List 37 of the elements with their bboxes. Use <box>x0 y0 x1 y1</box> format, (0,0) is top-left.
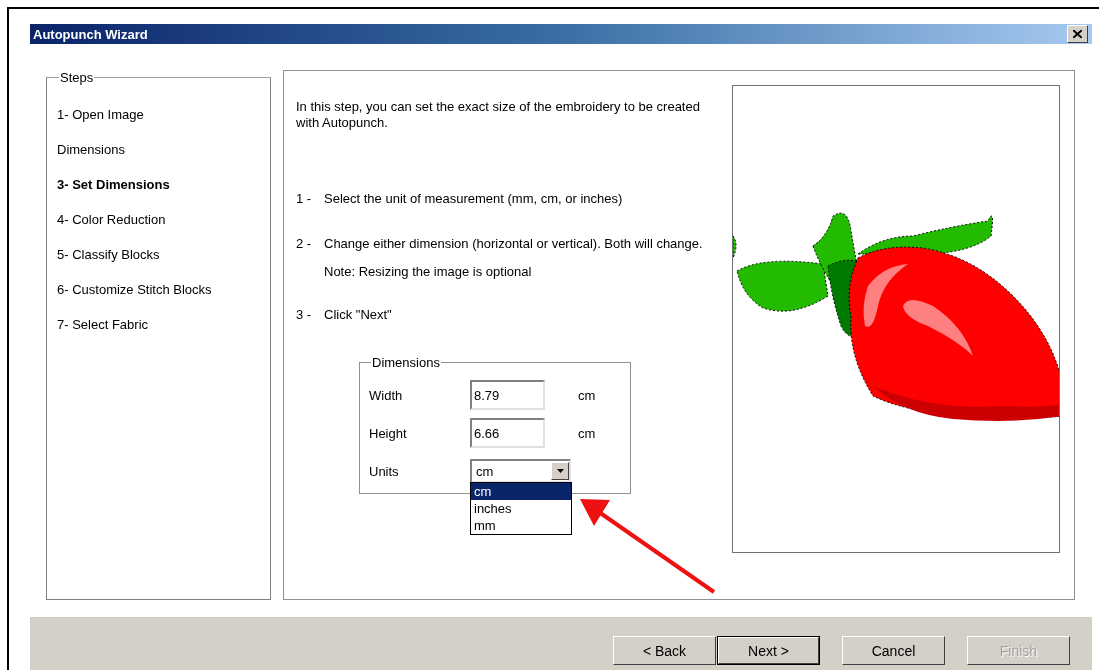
step-item: Dimensions <box>57 141 126 159</box>
intro-text: In this step, you can set the exact size of the embroidery to be created with Autopunch. <box>296 99 701 131</box>
step-number: 3 - <box>296 307 313 323</box>
step-item: 4- Color Reduction <box>57 211 167 229</box>
units-dropdown[interactable]: cm <box>470 459 571 483</box>
step-item: 3- Set Dimensions <box>57 176 171 194</box>
wizard-button[interactable]: < Back <box>613 636 716 665</box>
step-item: 5- Classify Blocks <box>57 246 161 264</box>
wizard-button[interactable]: Next > <box>717 636 820 665</box>
number-field[interactable]: 6.66 <box>470 418 545 448</box>
dropdown-button[interactable] <box>551 462 569 480</box>
note-text: Note: Resizing the image is optional <box>324 264 533 280</box>
step-number: 2 - <box>296 236 313 253</box>
close-icon <box>1073 30 1082 38</box>
field-label: Width <box>369 387 404 403</box>
field-label: Units <box>369 463 400 479</box>
number-field[interactable]: 8.79 <box>470 380 545 410</box>
dropdown-option[interactable]: inches <box>471 500 571 517</box>
step-item: 6- Customize Stitch Blocks <box>57 281 213 299</box>
caret-icon <box>556 469 564 473</box>
unit-label: cm <box>578 387 596 403</box>
dropdown-option[interactable]: cm <box>471 483 571 500</box>
window-title: Autopunch Wizard <box>33 26 148 42</box>
wizard-button[interactable]: Cancel <box>842 636 945 665</box>
dropdown-option[interactable]: mm <box>471 517 571 534</box>
instruction-text: Click "Next" <box>324 307 393 323</box>
dimensions-label: Dimensions <box>371 355 441 370</box>
step-item: 1- Open Image <box>57 106 145 124</box>
field-label: Height <box>369 425 408 441</box>
step-item: 7- Select Fabric <box>57 316 150 334</box>
steps-label: Steps <box>59 70 95 85</box>
step-number: 1 - <box>296 191 313 207</box>
close-button[interactable] <box>1067 25 1088 43</box>
unit-label: cm <box>578 425 596 441</box>
instruction-text: Change either dimension (horizontal or vertical). Both will change. <box>324 236 704 252</box>
instruction-text: Select the unit of measurement (mm, cm, or inches) <box>324 191 624 207</box>
dropdown-value: cm <box>476 463 494 479</box>
